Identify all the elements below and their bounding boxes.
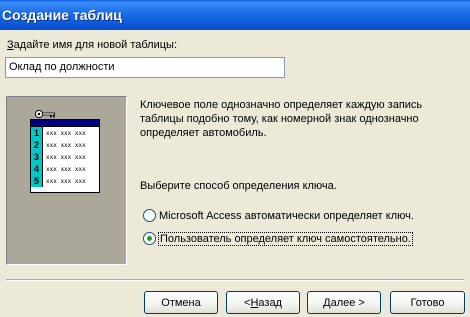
row-number: 5 [31,175,43,187]
cancel-button[interactable]: Отмена [144,291,218,314]
table-name-label: Задайте имя для новой таблицы: [7,39,177,51]
table-illustration-row: 1 xxx xxx xxx [31,127,99,139]
key-method-prompt: Выберите способ определения ключа. [140,180,337,192]
radio-button-checked[interactable] [143,232,156,245]
next-button-text: алее > [330,296,365,309]
table-illustration-row: 3 xxx xxx xxx [31,151,99,163]
table-illustration-row: 2 xxx xxx xxx [31,139,99,151]
window-title-bar[interactable]: Создание таблиц [0,0,470,30]
table-illustration-row: 5 xxx xxx xxx [31,175,99,187]
next-button[interactable]: Далее > [307,291,381,314]
table-illustration-row: 4 xxx xxx xxx [31,163,99,175]
row-cells: xxx xxx xxx [46,177,86,185]
key-icon [34,109,55,119]
option-user-key-label[interactable]: Пользователь определяет ключ самостоятел… [158,231,413,246]
row-number: 4 [31,163,43,175]
back-button-accel: Н [250,296,259,309]
row-number: 2 [31,139,43,151]
row-number: 1 [31,127,43,139]
row-cells: xxx xxx xxx [46,141,86,149]
row-cells: xxx xxx xxx [46,129,86,137]
divider [6,279,464,281]
finish-button[interactable]: Готово [390,291,465,314]
key-description: Ключевое поле однозначно определяет кажд… [140,99,423,139]
option-user-key[interactable]: Пользователь определяет ключ самостоятел… [143,231,413,246]
window-title: Создание таблиц [2,7,122,23]
back-button[interactable]: < Назад [226,291,300,314]
next-button-accel: Д [323,296,331,309]
table-illustration: 1 xxx xxx xxx 2 xxx xxx xxx 3 xxx xxx xx… [30,119,100,193]
key-illustration-panel: 1 xxx xxx xxx 2 xxx xxx xxx 3 xxx xxx xx… [6,96,127,265]
row-cells: xxx xxx xxx [46,153,86,161]
table-name-input[interactable]: Оклад по должности [5,57,285,78]
row-cells: xxx xxx xxx [46,165,86,173]
table-name-label-text: адайте имя для новой таблицы: [13,39,178,51]
option-auto-key[interactable]: Microsoft Access автоматически определяе… [143,209,414,222]
option-auto-key-label[interactable]: Microsoft Access автоматически определяе… [159,210,414,222]
table-illustration-header [31,120,99,127]
row-number: 3 [31,151,43,163]
table-name-label-accel: З [7,39,14,51]
radio-button[interactable] [143,209,156,222]
back-button-text: азад [258,296,282,309]
